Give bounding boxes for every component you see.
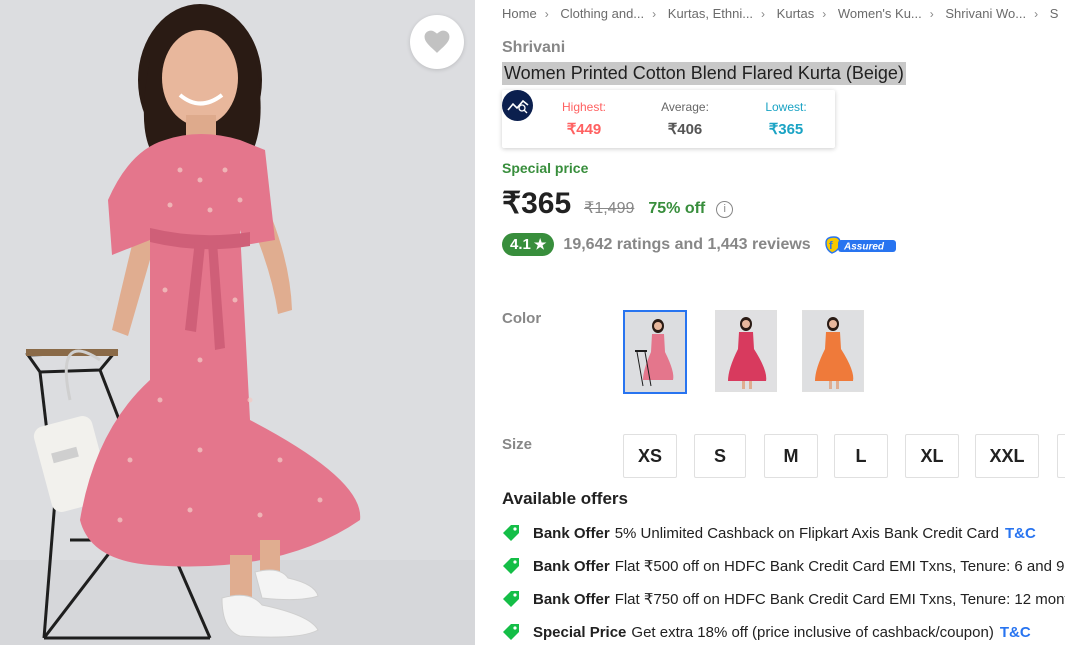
assured-badge-icon: f Assured bbox=[824, 235, 898, 255]
assured-label: Assured bbox=[843, 241, 885, 252]
breadcrumb-item-shrivani[interactable]: Shrivani Wo... bbox=[945, 6, 1026, 21]
offer-item: Bank Offer Flat ₹750 off on HDFC Bank Cr… bbox=[502, 588, 1065, 610]
color-swatch-red[interactable] bbox=[715, 310, 777, 392]
selling-price: ₹365 bbox=[502, 187, 572, 220]
mrp-price: ₹1,499 bbox=[584, 200, 635, 217]
product-image[interactable] bbox=[0, 0, 475, 645]
price-history-popup: Highest: ₹449 Average: ₹406 Lowest: ₹365 bbox=[502, 90, 835, 148]
offer-text: Flat ₹750 off on HDFC Bank Credit Card E… bbox=[614, 591, 1065, 608]
chevron-right-icon: › bbox=[652, 7, 657, 21]
offer-type: Special Price bbox=[533, 623, 627, 641]
product-details: Home › Clothing and... › Kurtas, Ethni... ›… bbox=[502, 0, 1065, 645]
breadcrumb: Home › Clothing and... › Kurtas, Ethni... ›… bbox=[502, 6, 1058, 21]
rating-value: 4.1 bbox=[510, 236, 531, 253]
offer-type: Bank Offer bbox=[533, 590, 610, 608]
special-price-label: Special price bbox=[502, 160, 589, 176]
price-lowest-value: ₹365 bbox=[768, 121, 804, 138]
size-option-xxl[interactable]: XXL bbox=[975, 434, 1039, 478]
product-title: Women Printed Cotton Blend Flared Kurta … bbox=[502, 62, 906, 85]
size-option-s[interactable]: S bbox=[694, 434, 746, 478]
info-icon[interactable]: i bbox=[716, 201, 734, 218]
price-lowest: Lowest: ₹365 bbox=[756, 100, 816, 138]
size-option-l[interactable]: L bbox=[834, 434, 888, 478]
chevron-right-icon: › bbox=[544, 7, 549, 21]
breadcrumb-item-kurtas[interactable]: Kurtas bbox=[777, 6, 815, 21]
wishlist-button[interactable] bbox=[410, 15, 464, 69]
product-brand[interactable]: Shrivani bbox=[502, 39, 565, 57]
offer-text: 5% Unlimited Cashback on Flipkart Axis B… bbox=[614, 524, 1000, 542]
price-average-label: Average: bbox=[661, 100, 709, 114]
price-highest-value: ₹449 bbox=[566, 121, 602, 138]
offer-item: Bank Offer Flat ₹500 off on HDFC Bank Cr… bbox=[502, 555, 1064, 577]
price-trend-icon[interactable] bbox=[502, 90, 533, 121]
ratings-reviews-count[interactable]: 19,642 ratings and 1,443 reviews bbox=[563, 236, 810, 254]
breadcrumb-item-womens-kurtas[interactable]: Women's Ku... bbox=[838, 6, 922, 21]
svg-text:f: f bbox=[829, 240, 833, 252]
offer-tag-icon bbox=[502, 590, 522, 608]
size-option-partial[interactable] bbox=[1057, 434, 1065, 478]
offer-tc-link[interactable]: T&C bbox=[1000, 624, 1031, 641]
offer-type: Bank Offer bbox=[533, 524, 610, 542]
offer-item: Bank Offer 5% Unlimited Cashback on Flip… bbox=[502, 522, 1036, 544]
offer-text: Flat ₹500 off on HDFC Bank Credit Card E… bbox=[614, 558, 1065, 575]
breadcrumb-item-home[interactable]: Home bbox=[502, 6, 537, 21]
color-swatch-pink[interactable] bbox=[623, 310, 687, 394]
offer-tag-icon bbox=[502, 557, 522, 575]
chevron-right-icon: › bbox=[1034, 7, 1039, 21]
breadcrumb-item-truncated[interactable]: S bbox=[1050, 6, 1059, 21]
size-option-m[interactable]: M bbox=[764, 434, 818, 478]
offer-tag-icon bbox=[502, 524, 522, 542]
offer-type: Bank Offer bbox=[533, 557, 610, 575]
rating-row: 4.1 ★ 19,642 ratings and 1,443 reviews f… bbox=[502, 233, 898, 256]
offer-tag-icon bbox=[502, 623, 522, 641]
offer-item: Special Price Get extra 18% off (price i… bbox=[502, 621, 1031, 643]
model-photo bbox=[0, 0, 475, 645]
price-average: Average: ₹406 bbox=[654, 100, 716, 138]
available-offers-heading: Available offers bbox=[502, 489, 628, 508]
star-icon: ★ bbox=[533, 236, 547, 252]
color-swatch-orange[interactable] bbox=[802, 310, 864, 392]
chevron-right-icon: › bbox=[822, 7, 827, 21]
price-row: ₹365 ₹1,499 75% off i bbox=[502, 186, 734, 221]
chevron-right-icon: › bbox=[761, 7, 766, 21]
price-highest-label: Highest: bbox=[561, 100, 607, 114]
rating-badge[interactable]: 4.1 ★ bbox=[502, 233, 555, 256]
price-lowest-label: Lowest: bbox=[765, 100, 807, 114]
breadcrumb-item-kurtas-ethnic[interactable]: Kurtas, Ethni... bbox=[668, 6, 753, 21]
chevron-right-icon: › bbox=[929, 7, 934, 21]
price-highest: Highest: ₹449 bbox=[554, 100, 614, 138]
size-option-xs[interactable]: XS bbox=[623, 434, 677, 478]
breadcrumb-item-clothing[interactable]: Clothing and... bbox=[560, 6, 644, 21]
size-option-xl[interactable]: XL bbox=[905, 434, 959, 478]
size-label: Size bbox=[502, 436, 533, 453]
price-average-value: ₹406 bbox=[667, 121, 703, 138]
offer-text: Get extra 18% off (price inclusive of ca… bbox=[631, 623, 994, 641]
color-label: Color bbox=[502, 310, 542, 327]
heart-icon bbox=[424, 30, 450, 53]
offer-tc-link[interactable]: T&C bbox=[1005, 525, 1036, 542]
discount-percent: 75% off bbox=[648, 200, 706, 217]
